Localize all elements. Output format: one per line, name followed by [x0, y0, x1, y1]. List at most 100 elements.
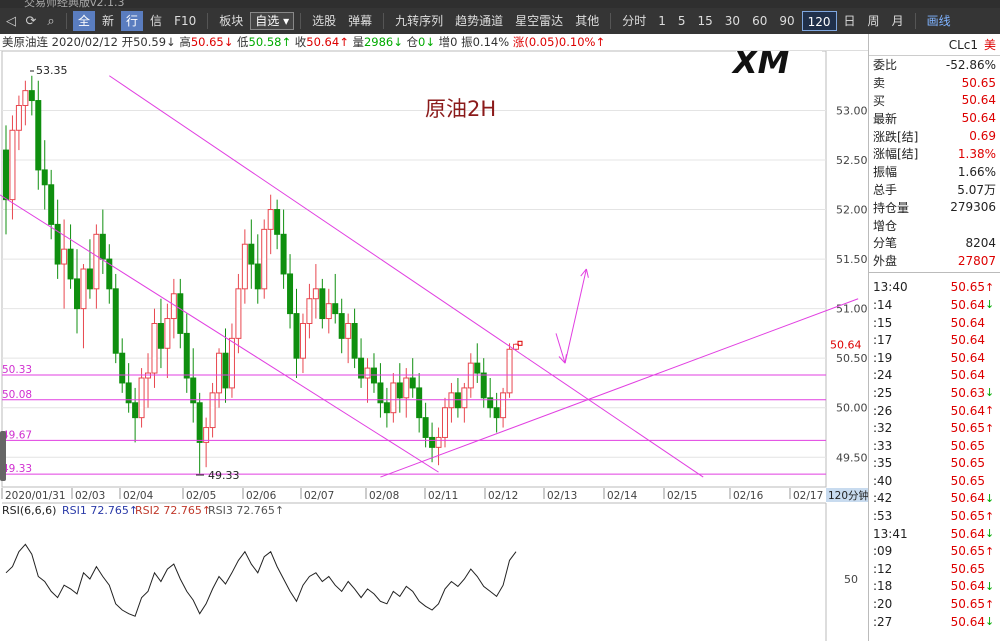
toolbar-button-f10[interactable]: F10 — [169, 11, 201, 31]
candle-body — [248, 243, 255, 265]
y-tick-label: 52.50 — [836, 154, 868, 167]
kline-chart[interactable]: 53.00 52.50 52.00 51.50 51.00 50.50 50.00 49.50… — [0, 43, 870, 641]
high-price-label: 53.35 — [36, 64, 68, 77]
candle-body — [493, 407, 500, 419]
quote-row: 振幅 1.66% — [869, 163, 1000, 181]
candle-body — [254, 263, 261, 290]
amplitude-label: 振 — [461, 35, 473, 49]
quote-value: 1.66% — [957, 164, 996, 179]
period-1[interactable]: 1 — [653, 11, 671, 31]
candle-body — [409, 377, 416, 389]
period-month[interactable]: 月 — [887, 11, 909, 31]
toolbar-button-quotes[interactable]: 行 — [121, 11, 144, 31]
quote-side-panel: CLc1 美 委比 -52.86% 卖 50.65 买 50.64 最新 50.64 涨跌[结]… — [868, 34, 1000, 641]
tick-price: 50.64 — [950, 403, 985, 418]
chart-area[interactable]: 53.00 52.50 52.00 51.50 51.00 50.50 50.00 49.50… — [0, 43, 870, 641]
candle-body — [3, 149, 9, 201]
period-5[interactable]: 5 — [673, 11, 691, 31]
toolbar-button-info[interactable]: 信 — [145, 11, 167, 31]
toolbar-button-other[interactable]: 其他 — [570, 11, 604, 31]
period-week[interactable]: 周 — [863, 11, 885, 31]
forecast-arrow — [564, 268, 587, 364]
candle-body — [35, 100, 42, 171]
tick-price: 50.65 — [950, 561, 985, 576]
toolbar-separator — [610, 13, 612, 29]
tick-price: 50.64 — [950, 297, 985, 312]
tick-price: 50.65 — [950, 421, 985, 436]
toolbar: ◁ ⟳ ⌕ 全 新 行 信 F10 板块 自选 ▾ 选股 弹幕 九转序列 趋势通… — [0, 8, 1000, 34]
candle-body — [157, 323, 164, 349]
candle-body — [67, 248, 74, 280]
quote-value: 5.07万 — [957, 182, 996, 197]
quote-info-line: 美原油连 2020/02/12 开50.59↓ 高50.65↓ 低50.58↑ … — [0, 34, 870, 51]
tick-row: :20 50.65 ↑ — [869, 595, 1000, 613]
tick-row: :24 50.64 — [869, 367, 1000, 385]
x-tick-label: 02/17 — [793, 490, 823, 502]
plot-frame — [1, 50, 827, 488]
candle-body — [390, 382, 397, 414]
chart-overlay-title: 原油2H — [425, 97, 496, 121]
candle-body — [48, 184, 55, 225]
candle-body — [132, 402, 139, 419]
watchlist-select[interactable]: 自选 ▾ — [250, 12, 295, 30]
tick-time: :09 — [873, 544, 893, 559]
candle-body — [332, 303, 339, 315]
period-60[interactable]: 60 — [747, 11, 772, 31]
candle-body — [22, 90, 29, 106]
candle-body — [61, 248, 68, 265]
candle-body — [338, 313, 345, 339]
tick-time: 13:41 — [873, 526, 908, 541]
change-label: 涨 — [512, 35, 525, 49]
tick-price: 50.63 — [950, 385, 985, 400]
tick-list[interactable]: 13:40 50.65 ↑:14 50.64 ↓:15 50.64:17 50.64:19 5… — [869, 273, 1000, 631]
period-15[interactable]: 15 — [693, 11, 718, 31]
draw-line-button[interactable]: 画线 — [922, 11, 956, 31]
tick-time: :15 — [873, 315, 893, 330]
toolbar-button-new[interactable]: 新 — [97, 11, 119, 31]
back-icon[interactable]: ◁ — [2, 11, 20, 31]
toolbar-button-all[interactable]: 全 — [73, 11, 96, 31]
tick-time: :40 — [873, 473, 893, 488]
tick-row: :18 50.64 ↓ — [869, 578, 1000, 596]
toolbar-button-nine-turn[interactable]: 九转序列 — [390, 11, 448, 31]
candle-body — [345, 323, 352, 339]
tick-time: :53 — [873, 509, 893, 524]
tick-time: :17 — [873, 333, 893, 348]
candle-body — [325, 303, 332, 320]
tick-row: :26 50.64 ↑ — [869, 402, 1000, 420]
toolbar-button-trend-channel[interactable]: 趋势通道 — [450, 11, 508, 31]
x-tick-label: 02/16 — [733, 490, 764, 502]
period-intraday[interactable]: 分时 — [617, 11, 651, 31]
period-120[interactable]: 120 — [801, 11, 837, 31]
toolbar-button-sector[interactable]: 板块 — [214, 11, 248, 31]
candle-body — [151, 323, 158, 374]
close-label: 收 — [294, 35, 307, 49]
toolbar-button-radar[interactable]: 星空雷达 — [510, 11, 568, 31]
candle-body — [15, 105, 22, 131]
tick-price: 50.64 — [950, 491, 985, 506]
candle-body — [319, 288, 326, 320]
refresh-icon[interactable]: ⟳ — [22, 11, 40, 31]
period-90[interactable]: 90 — [774, 11, 799, 31]
candle-body — [383, 402, 390, 414]
candle-body — [351, 323, 358, 359]
period-30[interactable]: 30 — [720, 11, 745, 31]
candle-body — [241, 243, 248, 290]
side-header: CLc1 美 — [869, 34, 1000, 56]
period-day[interactable]: 日 — [839, 11, 861, 31]
candle-body — [28, 90, 35, 102]
quote-label: 外盘 — [873, 254, 898, 269]
tick-time: :26 — [873, 403, 893, 418]
candle-body — [138, 377, 145, 419]
candle-body — [216, 352, 223, 394]
search-icon[interactable]: ⌕ — [42, 11, 60, 31]
toolbar-button-danmaku[interactable]: 弹幕 — [343, 11, 377, 31]
quote-label: 委比 — [873, 58, 898, 73]
toolbar-button-screener[interactable]: 选股 — [307, 11, 341, 31]
ascending-trend-line — [380, 298, 859, 478]
quote-row: 委比 -52.86% — [869, 56, 1000, 74]
tick-price: 50.65 — [950, 280, 985, 295]
candle-body — [93, 233, 100, 290]
x-tick-label: 02/08 — [369, 490, 399, 502]
tick-row: 13:40 50.65 ↑ — [869, 279, 1000, 297]
